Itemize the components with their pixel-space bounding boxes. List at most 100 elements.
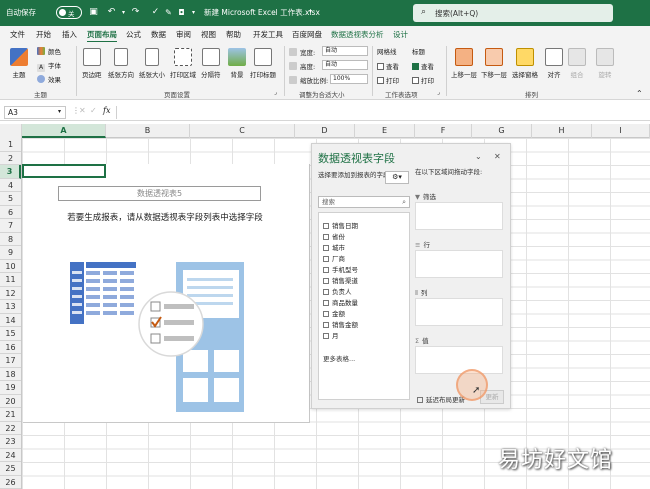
tab-home[interactable]: 开始: [36, 29, 51, 40]
tab-developer[interactable]: 开发工具: [253, 29, 283, 40]
send-backward-button[interactable]: 下移一层: [481, 48, 507, 79]
row-header[interactable]: 18: [0, 368, 21, 381]
row-header[interactable]: 3: [0, 165, 21, 179]
gridlines-view-checkbox[interactable]: 查看: [377, 61, 399, 71]
tab-help[interactable]: 帮助: [226, 29, 241, 40]
tab-design[interactable]: 设计: [393, 29, 408, 40]
row-header[interactable]: 7: [0, 219, 21, 233]
row-header[interactable]: 9: [0, 246, 21, 260]
tab-formulas[interactable]: 公式: [126, 29, 141, 40]
height-select[interactable]: 自动: [322, 60, 368, 70]
format-painter-icon[interactable]: ✎: [163, 7, 174, 18]
column-header-f[interactable]: F: [415, 124, 472, 138]
insert-function-icon[interactable]: fx: [103, 106, 110, 115]
field-checkbox-quantity[interactable]: 商品数量: [323, 297, 358, 307]
field-checkbox-province[interactable]: 省份: [323, 231, 345, 241]
size-button[interactable]: 纸张大小: [139, 48, 165, 79]
row-header[interactable]: 14: [0, 314, 21, 327]
column-header-g[interactable]: G: [472, 124, 532, 138]
headings-view-checkbox[interactable]: 查看: [412, 61, 434, 71]
name-box[interactable]: A3: [4, 106, 66, 119]
row-header[interactable]: 22: [0, 422, 21, 435]
row-header[interactable]: 13: [0, 300, 21, 314]
field-checkbox-sales-channel[interactable]: 销售渠道: [323, 275, 358, 285]
rows-drop-area[interactable]: [415, 250, 503, 278]
group-button[interactable]: 组合: [568, 48, 586, 79]
autosave-toggle[interactable]: 关: [56, 6, 82, 19]
select-all-corner[interactable]: [0, 124, 22, 138]
breaks-button[interactable]: 分隔符: [201, 48, 221, 79]
close-icon[interactable]: ✕: [494, 152, 501, 161]
selection-pane-button[interactable]: 选择窗格: [512, 48, 538, 79]
redo-icon[interactable]: ↷: [130, 7, 141, 18]
tab-pivot-analyze[interactable]: 数据透视表分析: [331, 29, 384, 40]
rotate-button[interactable]: 旋转: [596, 48, 614, 79]
field-checkbox-city[interactable]: 城市: [323, 242, 345, 252]
row-header[interactable]: 2: [0, 152, 21, 165]
row-header[interactable]: 19: [0, 381, 21, 395]
row-header[interactable]: 20: [0, 395, 21, 408]
field-checkbox-vendor[interactable]: 厂商: [323, 253, 345, 263]
check-icon[interactable]: ✓: [150, 7, 161, 18]
row-header[interactable]: 4: [0, 179, 21, 192]
cancel-icon[interactable]: ✕: [79, 106, 86, 115]
row-header[interactable]: 16: [0, 341, 21, 354]
print-area-button[interactable]: 打印区域: [170, 48, 196, 79]
page-setup-launcher-icon[interactable]: ⌟: [274, 89, 277, 96]
row-header[interactable]: 23: [0, 435, 21, 449]
row-header[interactable]: 5: [0, 192, 21, 206]
undo-icon[interactable]: ↶: [106, 7, 117, 18]
field-checkbox-month[interactable]: 月: [323, 330, 339, 340]
field-search-input[interactable]: 搜索 ⌕: [318, 196, 410, 208]
tab-page-layout[interactable]: 页面布局: [87, 29, 117, 43]
row-header[interactable]: 1: [0, 138, 21, 152]
customize-qa-icon[interactable]: ▾: [188, 7, 199, 18]
values-drop-area[interactable]: [415, 346, 503, 374]
effects-button[interactable]: 效果: [37, 74, 61, 84]
align-button[interactable]: 对齐: [545, 48, 563, 79]
columns-drop-area[interactable]: [415, 298, 503, 326]
row-header[interactable]: 17: [0, 354, 21, 368]
more-tables-link[interactable]: 更多表格...: [323, 353, 355, 363]
column-header-i[interactable]: I: [592, 124, 650, 138]
tab-review[interactable]: 审阅: [176, 29, 191, 40]
camera-icon[interactable]: ◘: [176, 7, 187, 18]
column-header-a[interactable]: A: [22, 124, 106, 138]
tab-view[interactable]: 视图: [201, 29, 216, 40]
field-checkbox-phone-model[interactable]: 手机型号: [323, 264, 358, 274]
themes-button[interactable]: 主题: [10, 48, 28, 79]
defer-update-checkbox[interactable]: 延迟布局更新: [417, 394, 465, 404]
filters-drop-area[interactable]: [415, 202, 503, 230]
field-checkbox-sales-amount[interactable]: 销售金额: [323, 319, 358, 329]
row-header[interactable]: 21: [0, 408, 21, 422]
width-select[interactable]: 自动: [322, 46, 368, 56]
pane-options-icon[interactable]: ⌄: [475, 152, 482, 161]
colors-button[interactable]: 颜色: [37, 46, 61, 56]
tab-insert[interactable]: 插入: [62, 29, 77, 40]
scale-input[interactable]: 100%: [330, 74, 368, 84]
enter-icon[interactable]: ✓: [90, 106, 97, 115]
row-header[interactable]: 6: [0, 206, 21, 219]
title-dropdown-icon[interactable]: ▾: [309, 8, 312, 15]
row-header[interactable]: 8: [0, 233, 21, 246]
column-header-d[interactable]: D: [295, 124, 355, 138]
search-box[interactable]: ⌕ 搜索(Alt+Q): [413, 4, 613, 22]
background-button[interactable]: 背景: [228, 48, 246, 79]
active-cell[interactable]: [22, 164, 106, 178]
row-header[interactable]: 24: [0, 449, 21, 462]
fonts-button[interactable]: A 字体: [37, 60, 61, 72]
field-checkbox-sales-date[interactable]: 销售日期: [323, 220, 358, 230]
headings-print-checkbox[interactable]: 打印: [412, 75, 434, 85]
row-header[interactable]: 12: [0, 287, 21, 300]
orientation-button[interactable]: 纸张方向: [108, 48, 134, 79]
sheet-options-launcher-icon[interactable]: ⌟: [437, 89, 440, 96]
gridlines-print-checkbox[interactable]: 打印: [377, 75, 399, 85]
bring-forward-button[interactable]: 上移一层: [451, 48, 477, 79]
row-header[interactable]: 15: [0, 327, 21, 341]
field-checkbox-amount[interactable]: 金额: [323, 308, 345, 318]
save-icon[interactable]: ▣: [88, 7, 99, 18]
column-header-c[interactable]: C: [190, 124, 295, 138]
collapse-ribbon-icon[interactable]: ⌃: [636, 89, 643, 98]
tab-file[interactable]: 文件: [10, 29, 25, 40]
field-checkbox-owner[interactable]: 负责人: [323, 286, 352, 296]
